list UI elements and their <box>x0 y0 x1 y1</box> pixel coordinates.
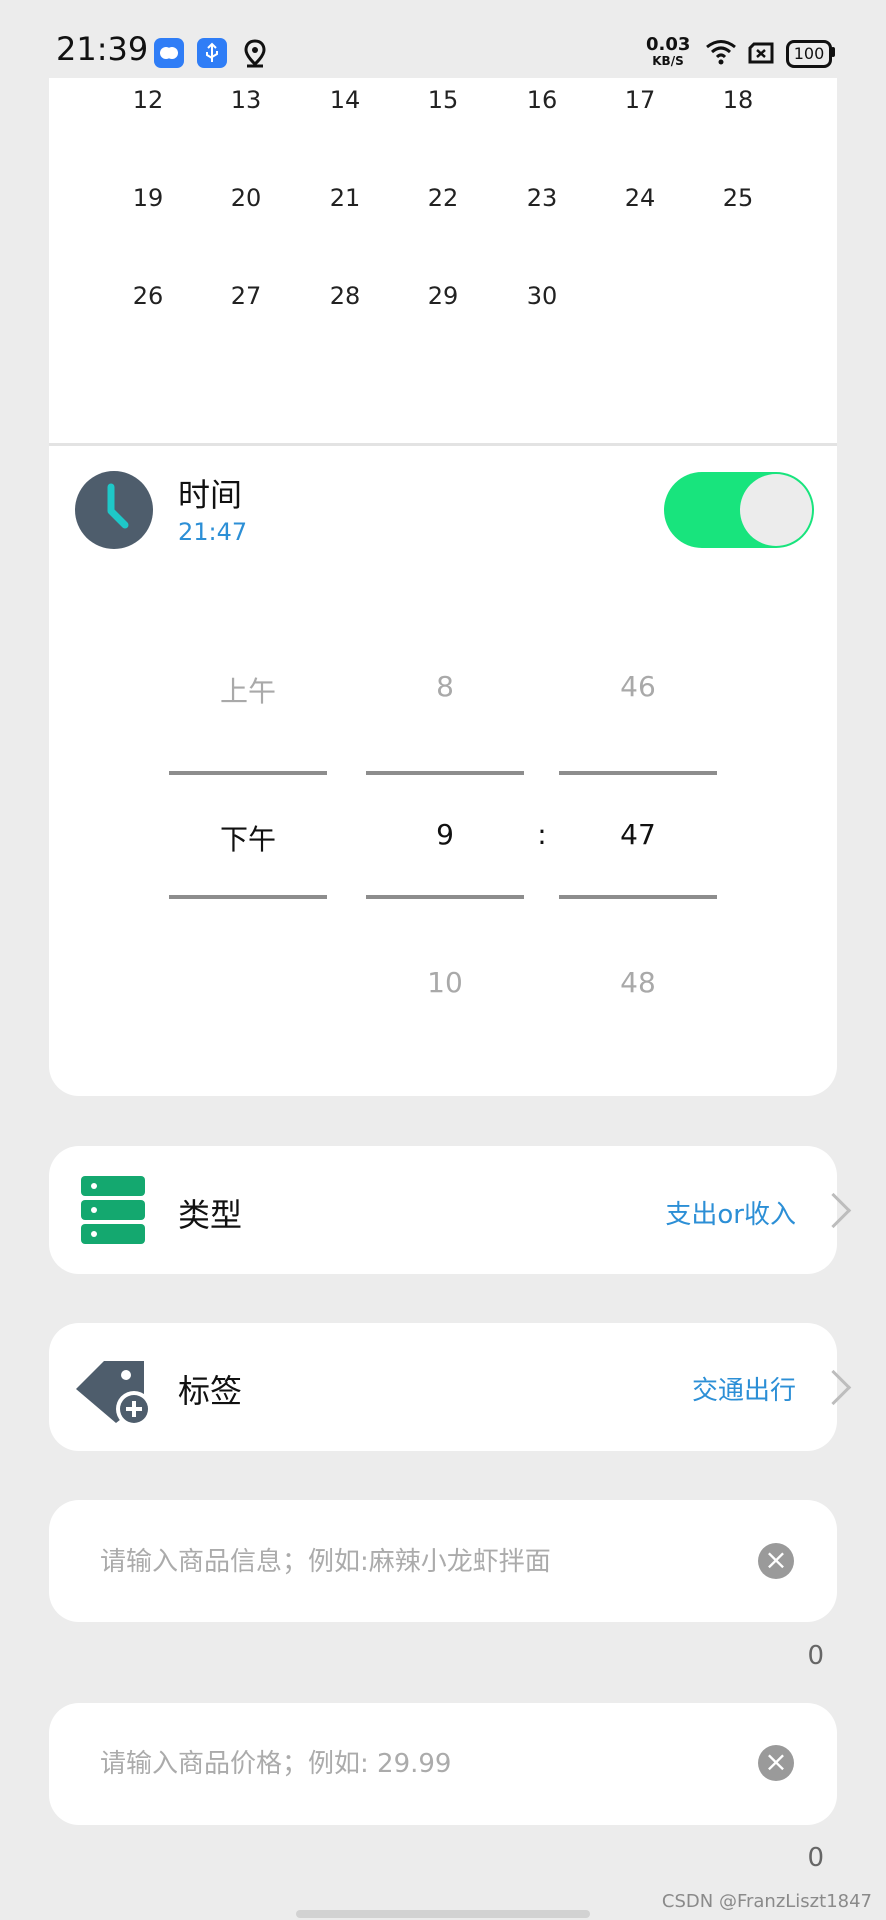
picker-hour-next[interactable]: 10 <box>366 966 524 999</box>
calendar-day[interactable]: 25 <box>693 184 783 212</box>
calendar-day[interactable]: 16 <box>497 86 587 114</box>
type-label: 类型 <box>178 1196 243 1234</box>
battery-level: 100 <box>793 44 825 63</box>
goods-info-input[interactable] <box>98 1531 742 1593</box>
cloud-app-icon <box>154 38 184 68</box>
picker-ampm-line-top <box>169 771 327 775</box>
clock-icon <box>75 471 153 549</box>
price-input-counter: 0 <box>807 1843 824 1873</box>
calendar-time-card <box>49 78 837 1096</box>
calendar-day[interactable]: 26 <box>103 282 193 310</box>
calendar-day[interactable]: 14 <box>300 86 390 114</box>
time-toggle[interactable] <box>664 472 814 548</box>
calendar-day[interactable]: 24 <box>595 184 685 212</box>
calendar-day[interactable]: 27 <box>201 282 291 310</box>
calendar-day[interactable]: 15 <box>398 86 488 114</box>
sim-off-icon <box>748 42 774 68</box>
battery-tip <box>831 47 835 57</box>
tag-value[interactable]: 交通出行 <box>692 1370 796 1407</box>
picker-minute-prev[interactable]: 46 <box>559 670 717 703</box>
picker-minute-selected[interactable]: 47 <box>559 818 717 851</box>
toggle-knob <box>740 474 812 546</box>
calendar-day[interactable]: 19 <box>103 184 193 212</box>
watermark: CSDN @FranzLiszt1847 <box>661 1891 872 1912</box>
type-value[interactable]: 支出or收入 <box>665 1194 796 1231</box>
usb-icon <box>197 38 227 68</box>
tag-add-icon <box>74 1351 156 1429</box>
picker-ampm-selected[interactable]: 下午 <box>169 818 327 858</box>
picker-minute-next[interactable]: 48 <box>559 966 717 999</box>
picker-ampm-prev[interactable]: 上午 <box>169 670 327 710</box>
picker-separator: : <box>537 818 547 851</box>
battery-icon: 100 <box>786 40 832 68</box>
picker-minute-line-bottom <box>559 895 717 899</box>
status-time: 21:39 <box>56 30 149 68</box>
picker-hour-selected[interactable]: 9 <box>366 818 524 851</box>
calendar-day[interactable]: 30 <box>497 282 587 310</box>
calendar-day[interactable]: 18 <box>693 86 783 114</box>
calendar-day[interactable]: 28 <box>300 282 390 310</box>
tag-label: 标签 <box>178 1372 243 1410</box>
location-icon <box>242 38 268 72</box>
calendar-day[interactable]: 12 <box>103 86 193 114</box>
network-speed-unit: KB/S <box>652 54 684 68</box>
time-section-title: 时间 <box>178 476 243 514</box>
calendar-day[interactable]: 13 <box>201 86 291 114</box>
time-value: 21:47 <box>178 518 248 546</box>
wifi-icon <box>704 36 738 70</box>
section-divider <box>49 443 837 446</box>
network-speed: 0.03 KB/S <box>646 34 691 69</box>
picker-hour-prev[interactable]: 8 <box>366 670 524 703</box>
picker-minute-line-top <box>559 771 717 775</box>
calendar-day[interactable]: 20 <box>201 184 291 212</box>
clear-icon[interactable]: × <box>758 1745 794 1781</box>
calendar-day[interactable]: 23 <box>497 184 587 212</box>
picker-ampm-line-bottom <box>169 895 327 899</box>
server-stack-icon <box>81 1176 145 1248</box>
picker-hour-line-top <box>366 771 524 775</box>
goods-input-counter: 0 <box>807 1641 824 1671</box>
calendar-day[interactable]: 21 <box>300 184 390 212</box>
clear-icon[interactable]: × <box>758 1543 794 1579</box>
calendar-day[interactable]: 22 <box>398 184 488 212</box>
picker-hour-line-bottom <box>366 895 524 899</box>
home-indicator[interactable] <box>296 1910 590 1918</box>
price-input[interactable] <box>98 1733 742 1795</box>
calendar-day[interactable]: 29 <box>398 282 488 310</box>
calendar-day[interactable]: 17 <box>595 86 685 114</box>
